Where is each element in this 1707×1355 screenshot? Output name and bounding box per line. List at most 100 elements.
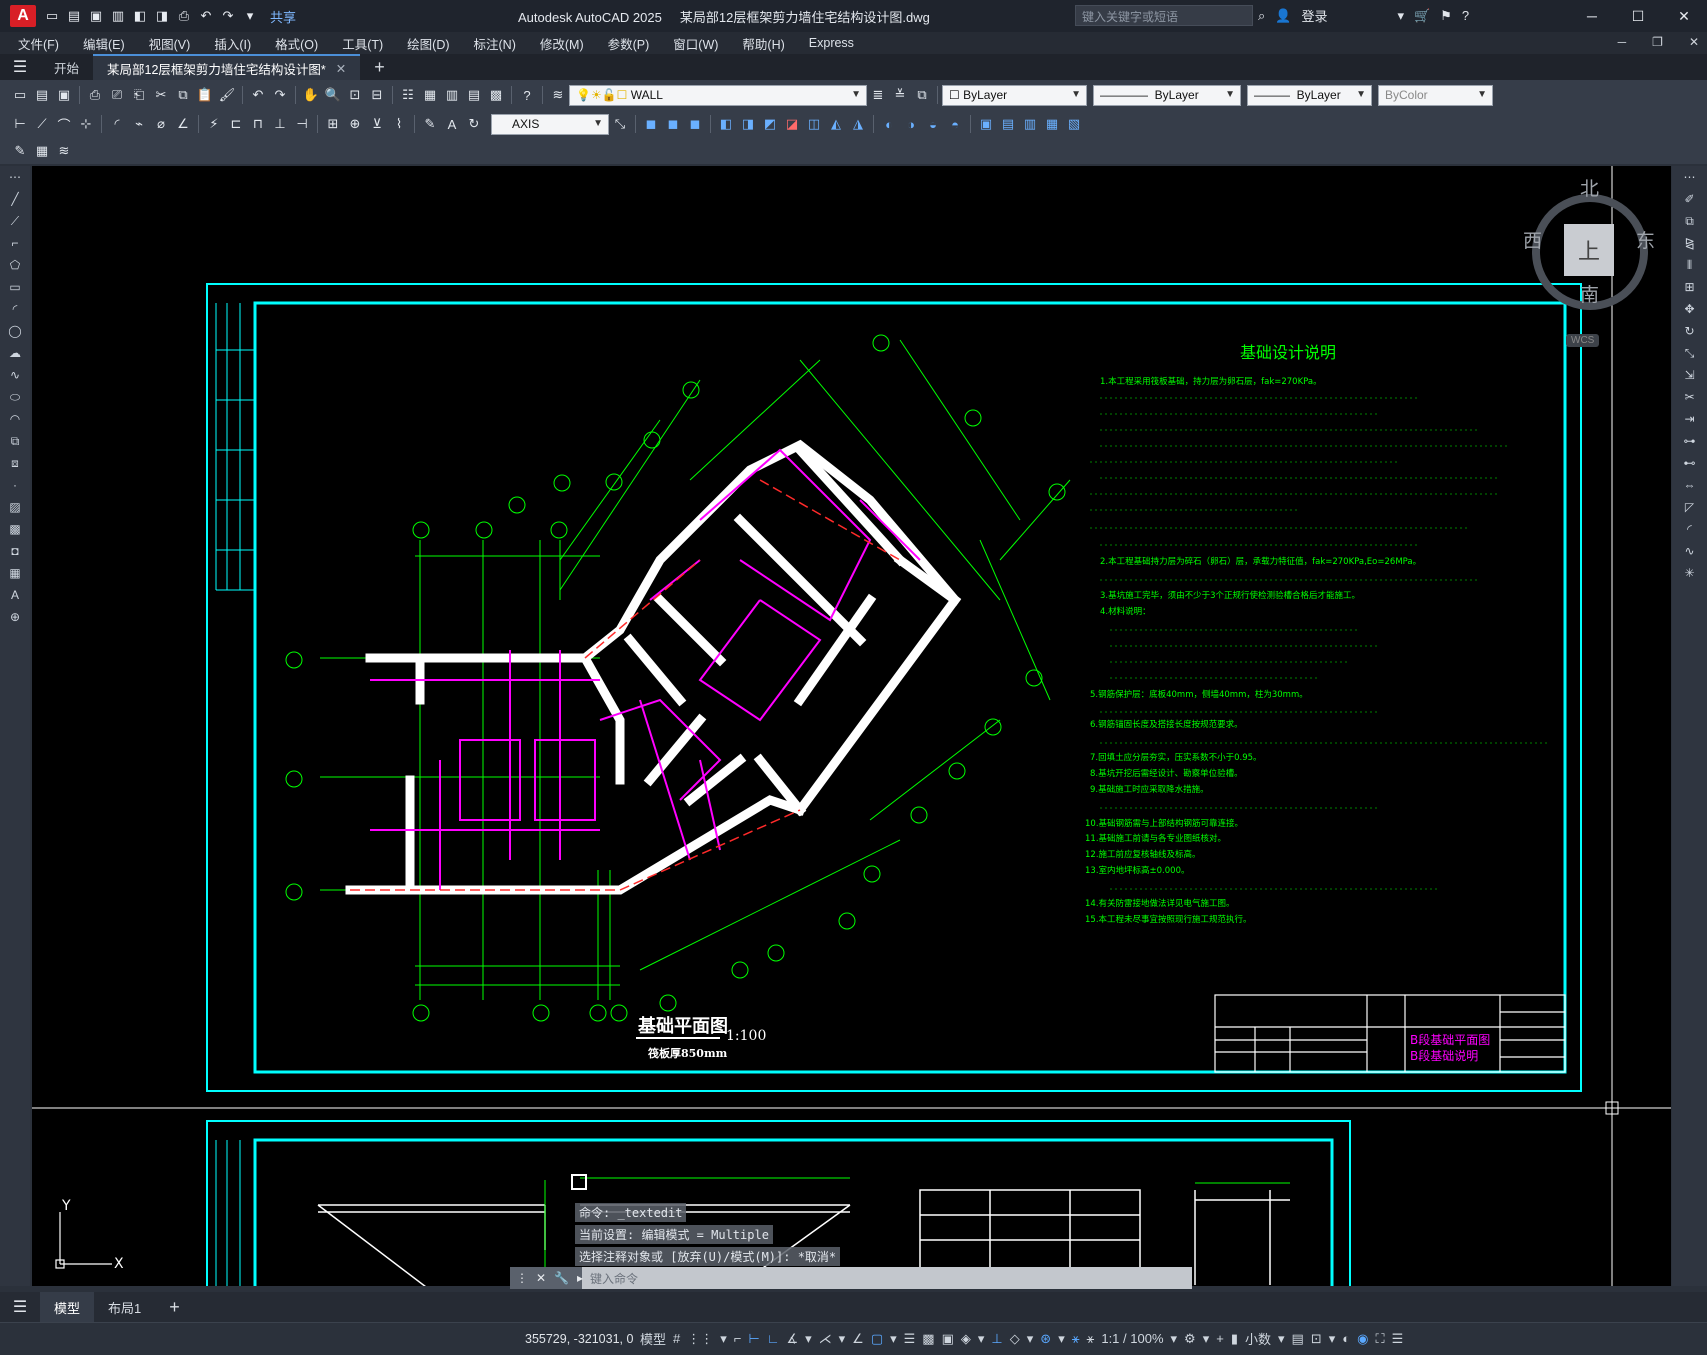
zoom-previous-icon[interactable]: ⊟ <box>367 85 387 105</box>
copy-icon[interactable]: ⧉ <box>1672 210 1707 232</box>
polygon-icon[interactable]: ⬠ <box>0 254 30 276</box>
dim-update-icon[interactable]: ↻ <box>464 114 484 134</box>
tab-model[interactable]: 模型 <box>40 1292 95 1322</box>
properties-icon[interactable]: ☷ <box>398 85 418 105</box>
spline-icon[interactable]: ∿ <box>0 364 30 386</box>
dim-edit-icon[interactable]: ✎ <box>420 114 440 134</box>
clean-icon[interactable]: ▣ <box>976 114 996 134</box>
hatch-icon[interactable]: ▨ <box>0 496 30 518</box>
annotation-monitor-icon[interactable]: + <box>1216 1331 1224 1346</box>
separate-icon[interactable]: ▤ <box>998 114 1018 134</box>
chevron-down-icon[interactable]: ▾ <box>839 1331 846 1347</box>
tab-document[interactable]: 某局部12层框架剪力墙住宅结构设计图* ✕ <box>93 54 361 80</box>
menu-tools[interactable]: 工具(T) <box>342 34 383 53</box>
region-icon[interactable]: ◘ <box>0 540 30 562</box>
tab-close-icon[interactable]: ✕ <box>336 61 346 76</box>
quick-dim-icon[interactable]: ⚡ <box>204 114 224 134</box>
selection-filter-icon[interactable]: ◇ <box>1010 1331 1020 1347</box>
compass-east[interactable]: 东 <box>1636 226 1655 253</box>
erase-icon[interactable]: ✐ <box>1672 188 1707 210</box>
stretch-icon[interactable]: ⇲ <box>1672 364 1707 386</box>
rectangle-icon[interactable]: ▭ <box>0 276 30 298</box>
lock-ui-icon[interactable]: ⊡ <box>1311 1331 1322 1347</box>
layer-states-icon[interactable]: ⧉ <box>912 85 932 105</box>
drawing-canvas[interactable]: 基础设计说明 1.本工程采用筏板基础，持力层为卵石层，fak=270KPa。 2… <box>32 166 1671 1286</box>
redo-icon[interactable]: ↷ <box>220 8 236 24</box>
menu-insert[interactable]: 插入(I) <box>214 34 251 53</box>
fillet-icon[interactable]: ◜ <box>1672 518 1707 540</box>
polyline-icon[interactable]: ⌐ <box>0 232 30 254</box>
qnew-icon[interactable]: ▭ <box>10 85 30 105</box>
annotation-scale[interactable]: 1:1 / 100% <box>1101 1331 1163 1346</box>
object-snap-icon[interactable]: ▢ <box>871 1331 883 1347</box>
units-icon[interactable]: ▮ <box>1231 1331 1238 1347</box>
close-command-icon[interactable]: ✕ <box>536 1271 546 1285</box>
gradient-icon[interactable]: ▩ <box>0 518 30 540</box>
viewcube[interactable]: 上 北 南 东 西 WCS <box>1520 174 1660 347</box>
move-icon[interactable]: ✥ <box>1672 298 1707 320</box>
tolerance-icon[interactable]: ⊞ <box>323 114 343 134</box>
layer-tool-icon[interactable]: ≋ <box>54 141 74 161</box>
check-icon[interactable]: ▦ <box>1042 114 1062 134</box>
cursor-coordinates[interactable]: 355729, -321031, 0 <box>525 1332 633 1346</box>
toolpalette-icon[interactable]: ▥ <box>442 85 462 105</box>
break-icon[interactable]: ⊷ <box>1672 452 1707 474</box>
aligned-dim-icon[interactable]: ⟋ <box>32 114 52 134</box>
taper-faces-icon[interactable]: ◭ <box>826 114 846 134</box>
graphics-performance-icon[interactable]: ◉ <box>1357 1331 1368 1347</box>
gizmo-icon[interactable]: ⊛ <box>1040 1331 1051 1347</box>
make-block-icon[interactable]: ⧈ <box>0 452 30 474</box>
attribute-icon[interactable]: ▦ <box>32 141 52 161</box>
undo-icon[interactable]: ↶ <box>198 8 214 24</box>
dim-text-edit-icon[interactable]: A <box>442 114 462 134</box>
share-button[interactable]: 共享 <box>270 7 296 26</box>
quick-properties-icon[interactable]: ▤ <box>1292 1331 1304 1347</box>
diameter-dim-icon[interactable]: ⌀ <box>151 114 171 134</box>
jogged-dim-icon[interactable]: ⌁ <box>129 114 149 134</box>
dynamic-input-icon[interactable]: ⊢ <box>748 1331 759 1347</box>
point-icon[interactable]: · <box>0 474 30 496</box>
infer-constraints-icon[interactable]: ⌐ <box>734 1331 742 1346</box>
chamfer-icon[interactable]: ◸ <box>1672 496 1707 518</box>
wcs-menu[interactable]: WCS <box>1566 334 1600 347</box>
compass-north[interactable]: 北 <box>1580 174 1599 201</box>
color-faces-icon[interactable]: ◐ <box>879 114 899 134</box>
chevron-down-icon[interactable]: ▾ <box>1171 1331 1178 1347</box>
autocad-logo[interactable]: A <box>10 5 36 27</box>
paste-icon[interactable]: 📋 <box>195 85 215 105</box>
lineweight-icon[interactable]: ☰ <box>904 1331 916 1347</box>
linetype-dropdown[interactable]: ———— ByLayer ▼ <box>1093 84 1241 106</box>
plot-icon[interactable]: ⎙ <box>85 85 105 105</box>
open-icon[interactable]: ▤ <box>32 85 52 105</box>
circle-icon[interactable]: ◯ <box>0 320 30 342</box>
doc-restore-icon[interactable]: ❐ <box>1652 35 1663 49</box>
new-tab-icon[interactable]: + <box>374 57 385 78</box>
arc-icon[interactable]: ◜ <box>0 298 30 320</box>
customization-icon[interactable]: ☰ <box>1392 1331 1404 1347</box>
layer-previous-icon[interactable]: ≚ <box>890 85 910 105</box>
open-web-icon[interactable]: ◧ <box>132 8 148 24</box>
viewcube-top-face[interactable]: 上 <box>1564 224 1614 276</box>
user-icon[interactable]: 👤 <box>1275 8 1291 24</box>
units-value[interactable]: 小数 <box>1245 1329 1271 1348</box>
ellipse-arc-icon[interactable]: ◠ <box>0 408 30 430</box>
chevron-down-icon[interactable]: ▾ <box>1278 1331 1285 1347</box>
color-dropdown[interactable]: ☐ ByLayer ▼ <box>942 84 1087 106</box>
space-dim-icon[interactable]: ⊥ <box>270 114 290 134</box>
compass-west[interactable]: 西 <box>1523 226 1542 253</box>
dynamic-ucs-icon[interactable]: ⊥ <box>991 1331 1002 1347</box>
command-input[interactable]: 键入命令 <box>590 1270 638 1287</box>
blend-curves-icon[interactable]: ∿ <box>1672 540 1707 562</box>
qat-menu-icon[interactable]: ▾ <box>242 8 258 24</box>
plotstyle-dropdown[interactable]: ByColor ▼ <box>1378 84 1493 106</box>
ellipse-icon[interactable]: ⬭ <box>0 386 30 408</box>
isolate-objects-icon[interactable]: ◐ <box>1342 1331 1350 1346</box>
layer-dropdown[interactable]: 💡☀🔓☐ WALL ▼ <box>569 84 867 106</box>
save-icon[interactable]: ▣ <box>54 85 74 105</box>
matchprop-icon[interactable]: 🖌 <box>217 85 237 105</box>
break-at-point-icon[interactable]: ⊶ <box>1672 430 1707 452</box>
extend-icon[interactable]: ⇥ <box>1672 408 1707 430</box>
insert-block-icon[interactable]: ⧉ <box>0 430 30 452</box>
help-icon[interactable]: ? <box>517 85 537 105</box>
add-selected-icon[interactable]: ⊕ <box>0 606 30 628</box>
